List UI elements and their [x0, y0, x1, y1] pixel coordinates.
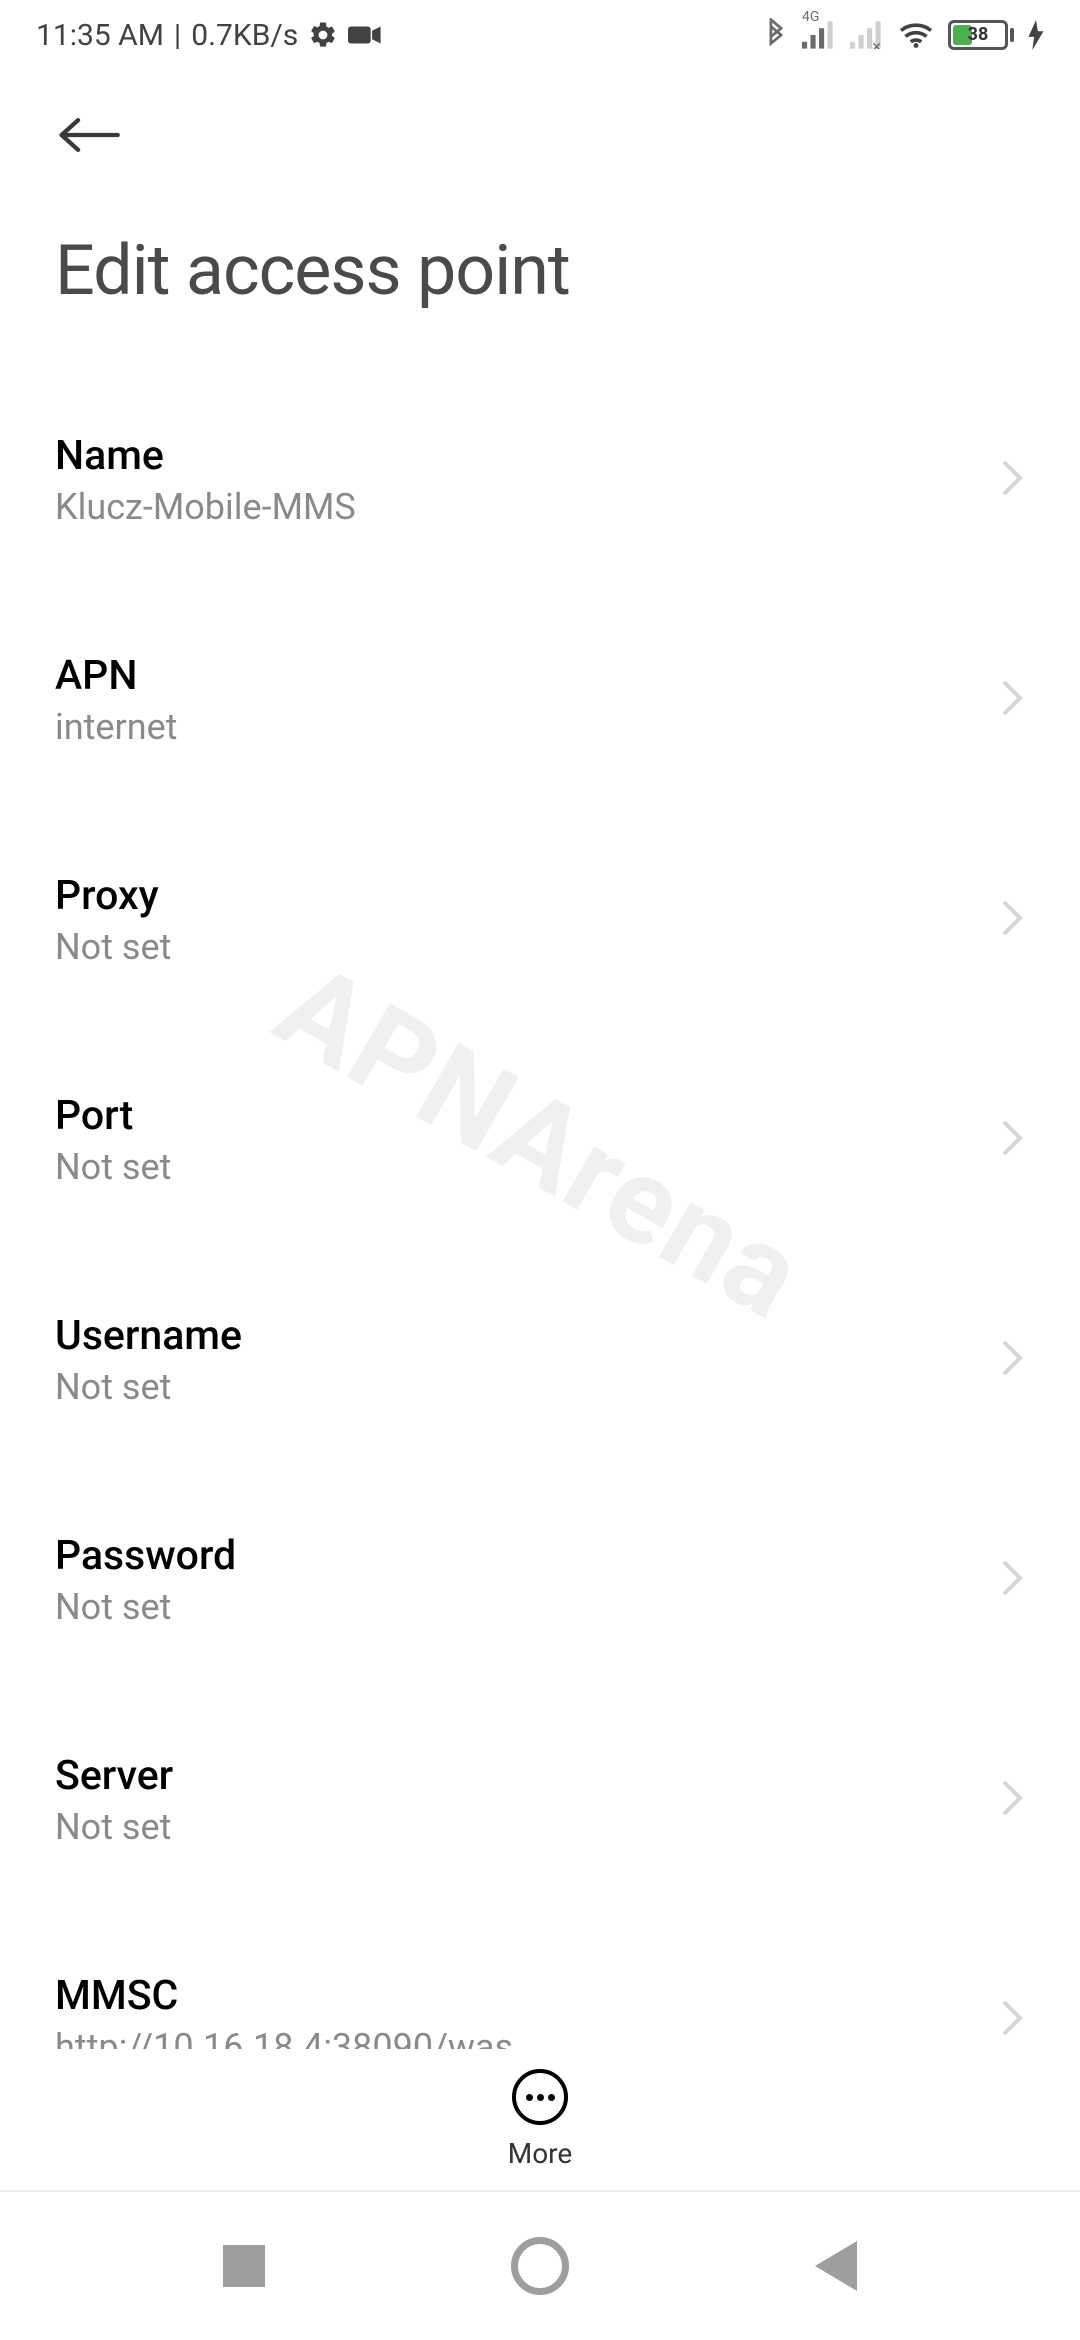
setting-value: Not set — [55, 1146, 171, 1188]
back-button[interactable] — [55, 100, 125, 170]
chevron-right-icon — [999, 1998, 1025, 2042]
setting-value: Not set — [55, 1586, 236, 1628]
nav-back-button[interactable] — [815, 2241, 857, 2291]
setting-label: Proxy — [55, 872, 171, 920]
status-bar: 11:35 AM | 0.7KB/s 4G × 38 — [0, 0, 1080, 70]
chevron-right-icon — [999, 898, 1025, 942]
setting-row-username[interactable]: Username Not set — [55, 1282, 1025, 1438]
chevron-right-icon — [999, 1338, 1025, 1382]
status-net-speed: 0.7KB/s — [191, 18, 298, 53]
setting-value: Not set — [55, 1806, 173, 1848]
chevron-right-icon — [999, 1118, 1025, 1162]
charging-bolt-icon — [1028, 20, 1044, 50]
setting-row-proxy[interactable]: Proxy Not set — [55, 842, 1025, 998]
setting-label: Server — [55, 1752, 173, 1800]
setting-label: Port — [55, 1092, 171, 1140]
setting-value: Klucz-Mobile-MMS — [55, 486, 356, 528]
setting-label: APN — [55, 652, 177, 700]
chevron-right-icon — [999, 1778, 1025, 1822]
nav-recents-button[interactable] — [223, 2245, 265, 2287]
system-nav-bar — [0, 2190, 1080, 2340]
more-dots-icon — [526, 2094, 533, 2101]
signal-sim2-icon: × — [850, 21, 884, 49]
setting-value: Not set — [55, 926, 171, 968]
setting-row-server[interactable]: Server Not set — [55, 1722, 1025, 1878]
chevron-right-icon — [999, 1558, 1025, 1602]
setting-label: MMSC — [55, 1972, 513, 2020]
setting-row-apn[interactable]: APN internet — [55, 622, 1025, 778]
chevron-right-icon — [999, 458, 1025, 502]
setting-value: internet — [55, 706, 177, 748]
status-time: 11:35 AM — [36, 18, 164, 53]
signal-sim1-icon: 4G — [802, 21, 836, 49]
camera-icon — [348, 23, 382, 47]
chevron-right-icon — [999, 678, 1025, 722]
bottom-action-bar: More — [0, 2049, 1080, 2170]
page-title: Edit access point — [55, 230, 1025, 312]
status-left-cluster: 11:35 AM | 0.7KB/s — [36, 18, 382, 53]
setting-label: Username — [55, 1312, 242, 1360]
battery-icon: 38 — [948, 20, 1014, 50]
wifi-icon — [898, 21, 934, 49]
setting-label: Password — [55, 1532, 236, 1580]
status-right-cluster: 4G × 38 — [764, 18, 1044, 52]
arrow-left-icon — [55, 115, 121, 155]
more-label: More — [508, 2137, 573, 2170]
setting-row-port[interactable]: Port Not set — [55, 1062, 1025, 1218]
nav-home-button[interactable] — [511, 2237, 569, 2295]
svg-text:×: × — [872, 37, 881, 49]
setting-row-name[interactable]: Name Klucz-Mobile-MMS — [55, 402, 1025, 558]
status-separator: | — [174, 18, 181, 53]
setting-row-password[interactable]: Password Not set — [55, 1502, 1025, 1658]
settings-gear-icon — [308, 20, 338, 50]
more-button[interactable] — [512, 2069, 568, 2125]
setting-label: Name — [55, 432, 356, 480]
apn-settings-list: Name Klucz-Mobile-MMS APN internet Proxy… — [0, 402, 1080, 2122]
bluetooth-icon — [764, 18, 788, 52]
setting-value: Not set — [55, 1366, 242, 1408]
page-header: Edit access point — [0, 70, 1080, 312]
